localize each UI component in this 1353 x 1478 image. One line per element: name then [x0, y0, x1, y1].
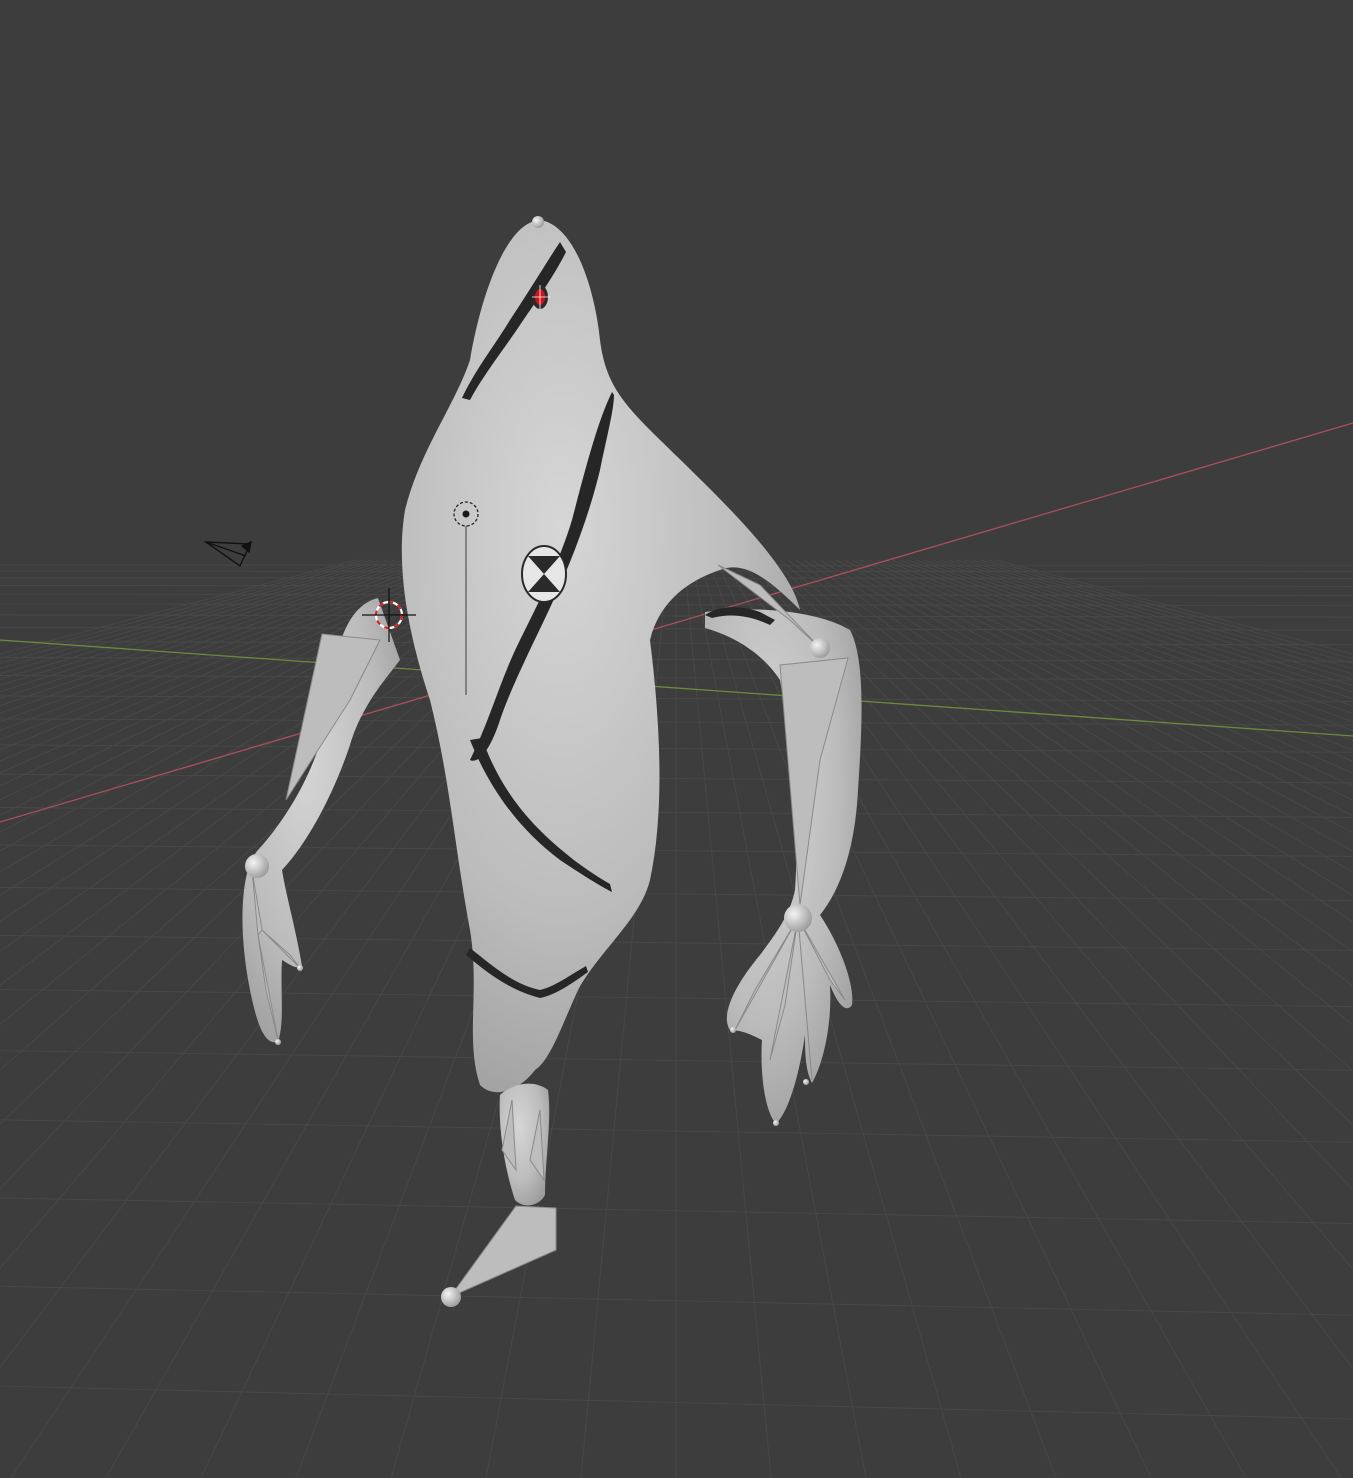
camera-icon[interactable] — [203, 540, 252, 568]
3d-viewport[interactable] — [0, 0, 1353, 1478]
viewport-canvas[interactable] — [0, 0, 1353, 1478]
foot-bone[interactable] — [448, 1205, 557, 1299]
chest-emblem — [521, 545, 567, 603]
floor-grid — [0, 559, 1353, 1478]
body-mesh[interactable] — [401, 220, 800, 1093]
